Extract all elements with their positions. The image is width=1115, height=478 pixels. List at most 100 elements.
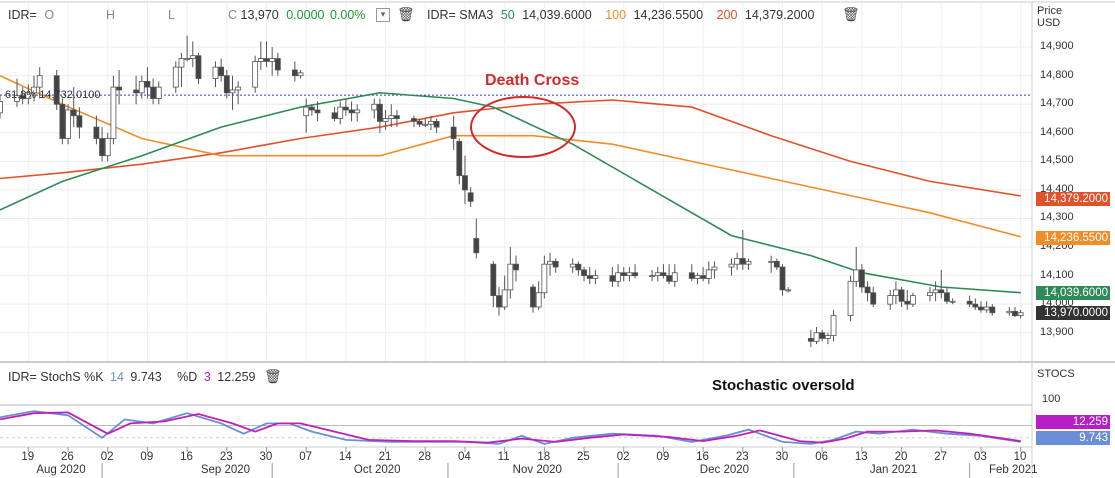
candle: [411, 115, 417, 128]
candle-body: [501, 289, 508, 308]
stoch-d-value-box: 12.259: [1036, 415, 1110, 429]
x-day-label: 04: [457, 451, 471, 463]
sma-label: IDR= SMA3: [427, 8, 494, 22]
fib-label: 61.8% 14,732.0100: [5, 89, 100, 101]
candle-body: [858, 269, 865, 288]
candle-body: [331, 112, 338, 119]
candle: [966, 295, 973, 308]
x-day-label: 13: [854, 451, 868, 463]
candle: [218, 58, 225, 82]
close-label: C: [228, 8, 238, 22]
candle: [575, 261, 582, 276]
candle: [133, 75, 139, 105]
candle-body: [983, 306, 990, 311]
candle: [978, 301, 984, 313]
x-day-label: 09: [656, 451, 670, 463]
last-price-box: 13,970.0000: [1036, 306, 1110, 320]
candle-body: [382, 118, 389, 122]
candle-body: [932, 289, 939, 294]
candle-body: [745, 260, 752, 265]
candle: [530, 284, 536, 313]
candle: [212, 61, 219, 88]
candle: [745, 258, 752, 270]
candle: [785, 287, 792, 293]
stoch-axis-tick: 100: [1042, 393, 1061, 405]
candle-body: [807, 338, 814, 342]
trash-icon[interactable]: 🗑: [397, 6, 415, 23]
candle: [615, 264, 621, 288]
candle: [371, 98, 378, 119]
candle: [819, 329, 826, 342]
candle-body: [303, 106, 310, 117]
candle: [949, 298, 956, 305]
candle-body: [1017, 312, 1024, 316]
candle: [649, 269, 655, 282]
stoch-oversold-annotation: Stochastic oversold: [712, 377, 855, 394]
sma100-value-box: 14,236.5500: [1036, 231, 1110, 245]
low-label: L: [168, 8, 175, 22]
candle: [490, 261, 497, 308]
candle: [257, 41, 264, 70]
candle: [813, 327, 820, 345]
x-day-label: 25: [577, 451, 590, 463]
x-day-label: 10: [1013, 451, 1027, 463]
x-day-label: 30: [775, 451, 789, 463]
x-month-label: Nov 2020: [512, 464, 562, 476]
trash-icon[interactable]: 🗑: [842, 6, 860, 23]
candle: [388, 104, 395, 128]
sma100-period: 100: [605, 8, 627, 22]
candle: [671, 264, 678, 288]
candle-body: [155, 86, 162, 99]
candle-body: [337, 106, 344, 119]
candle: [252, 55, 259, 93]
candle: [303, 98, 310, 133]
x-day-label: 28: [418, 451, 432, 463]
candle: [507, 247, 514, 299]
candle-body: [104, 138, 111, 157]
candle: [705, 261, 712, 285]
candle-body: [581, 269, 587, 277]
candle: [581, 267, 587, 282]
candle-body: [569, 263, 576, 268]
chevron-down-icon[interactable]: ▾: [376, 8, 390, 22]
candle-body: [620, 272, 627, 277]
x-day-label: 06: [815, 451, 828, 463]
candle-body: [853, 269, 860, 282]
sma200-value-box: 14,379.2000: [1036, 192, 1110, 206]
candle-body: [700, 275, 707, 279]
candle-body: [632, 272, 638, 277]
candle: [59, 98, 66, 145]
candle: [927, 287, 933, 302]
candle-body: [93, 126, 100, 139]
sma50-value-box: 14,039.6000: [1036, 286, 1110, 300]
candle: [513, 255, 519, 282]
trash-icon[interactable]: 🗑: [264, 368, 282, 385]
candle: [450, 115, 457, 150]
candle-body: [116, 86, 122, 91]
candle-body: [189, 55, 196, 59]
candle: [768, 255, 775, 273]
candle-body: [411, 118, 417, 122]
candle: [910, 292, 916, 308]
candle: [932, 281, 939, 302]
candle-body: [212, 66, 219, 79]
candle: [830, 309, 837, 342]
candle: [728, 258, 735, 276]
candle-body: [269, 58, 276, 62]
candle-body: [507, 263, 514, 291]
candle: [541, 255, 548, 299]
x-day-label: 30: [259, 451, 273, 463]
candle: [586, 267, 593, 285]
x-day-label: 21: [378, 451, 392, 463]
candle-body: [966, 300, 973, 305]
candle-body: [654, 272, 661, 277]
candle-body: [462, 175, 468, 191]
candle: [592, 269, 599, 285]
candle-body: [133, 89, 139, 94]
x-day-label: 07: [299, 451, 312, 463]
candle-body: [36, 75, 43, 88]
candle: [972, 298, 979, 310]
change-pct: 0.00%: [329, 8, 366, 22]
candle: [274, 52, 281, 76]
candle-body: [513, 263, 519, 271]
